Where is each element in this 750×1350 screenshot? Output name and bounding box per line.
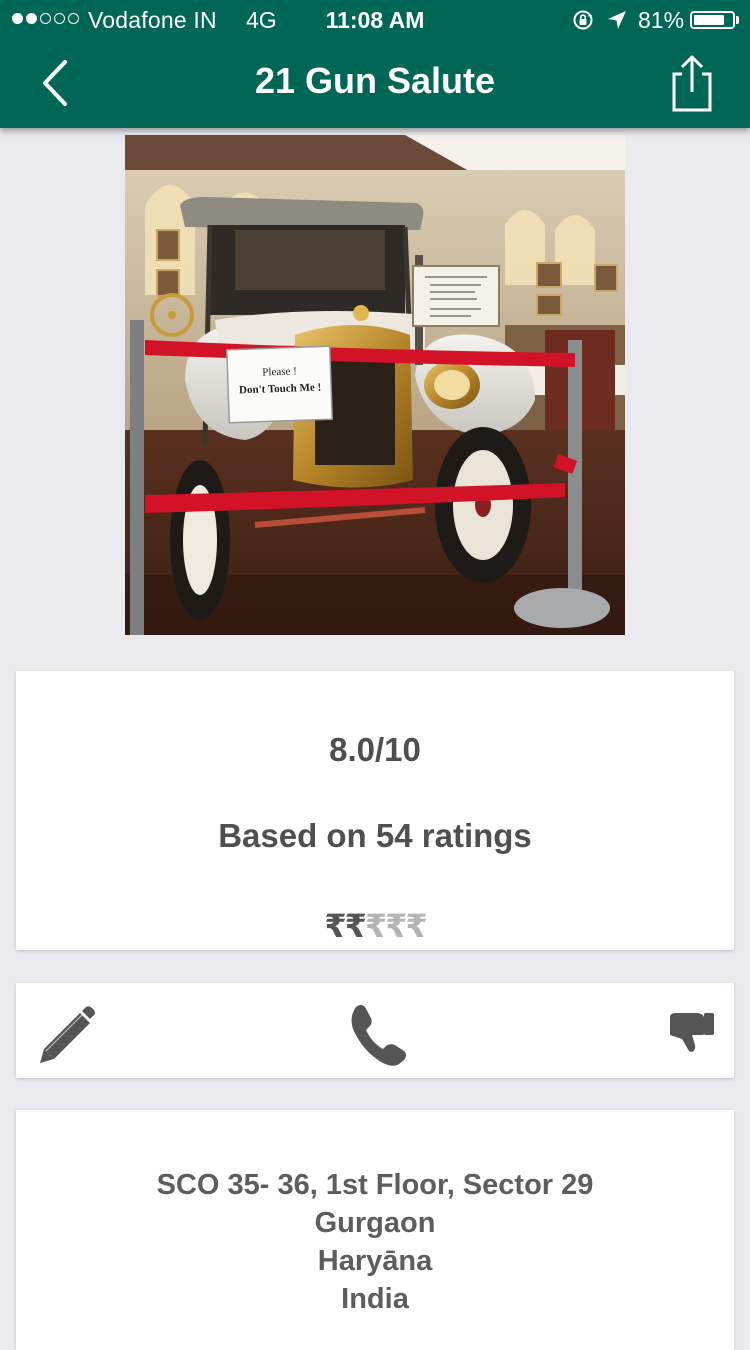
dislike-button[interactable] [646, 983, 726, 1078]
address-state: Haryāna [317, 1245, 433, 1277]
restaurant-photo[interactable]: Please ! Don't Touch Me ! [125, 135, 625, 635]
signal-strength-icon [12, 13, 79, 24]
share-icon [672, 55, 712, 112]
rating-card: 8.0/10 Based on 54 ratings ₹₹₹₹₹ [16, 671, 734, 950]
address-city: Gurgaon [314, 1207, 436, 1239]
price-level-active: ₹₹ [324, 908, 367, 944]
address-street: SCO 35- 36, 1st Floor, Sector 29 [156, 1169, 594, 1201]
actions-card [16, 983, 734, 1078]
vintage-car-photo: Please ! Don't Touch Me ! [125, 135, 625, 635]
battery-percentage: 81% [638, 7, 685, 33]
battery-level [694, 15, 724, 25]
page-title: 21 Gun Salute [254, 60, 496, 101]
network-type: 4G [246, 7, 277, 33]
battery-icon [690, 11, 735, 29]
price-level: ₹₹₹₹₹ [16, 907, 734, 945]
thumbs-down-icon [670, 1013, 714, 1052]
back-button[interactable] [36, 58, 76, 108]
location-arrow-icon [608, 11, 626, 29]
navigation-bar: 21 Gun Salute [0, 40, 750, 128]
carrier-name: Vodafone IN [88, 7, 217, 33]
battery-tip [736, 16, 739, 24]
phone-icon [351, 1005, 406, 1066]
edit-review-button[interactable] [26, 983, 106, 1078]
share-button[interactable] [664, 54, 718, 114]
rating-score: 8.0/10 [329, 731, 421, 768]
chevron-left-icon [43, 60, 67, 106]
pencil-icon [40, 1006, 95, 1063]
photo-sign-line1: Please ! [262, 365, 297, 378]
rating-count: Based on 54 ratings [218, 817, 532, 854]
address-card: SCO 35- 36, 1st Floor, Sector 29 Gurgaon… [16, 1110, 734, 1350]
price-level-inactive: ₹₹₹ [364, 908, 428, 944]
call-button[interactable] [331, 983, 421, 1078]
address-country: India [341, 1283, 409, 1315]
app-header: Vodafone IN 4G 11:08 AM 81% 21 Gun Salut… [0, 0, 750, 128]
rotation-lock-icon [573, 10, 593, 30]
status-bar: Vodafone IN 4G 11:08 AM 81% [0, 0, 750, 40]
